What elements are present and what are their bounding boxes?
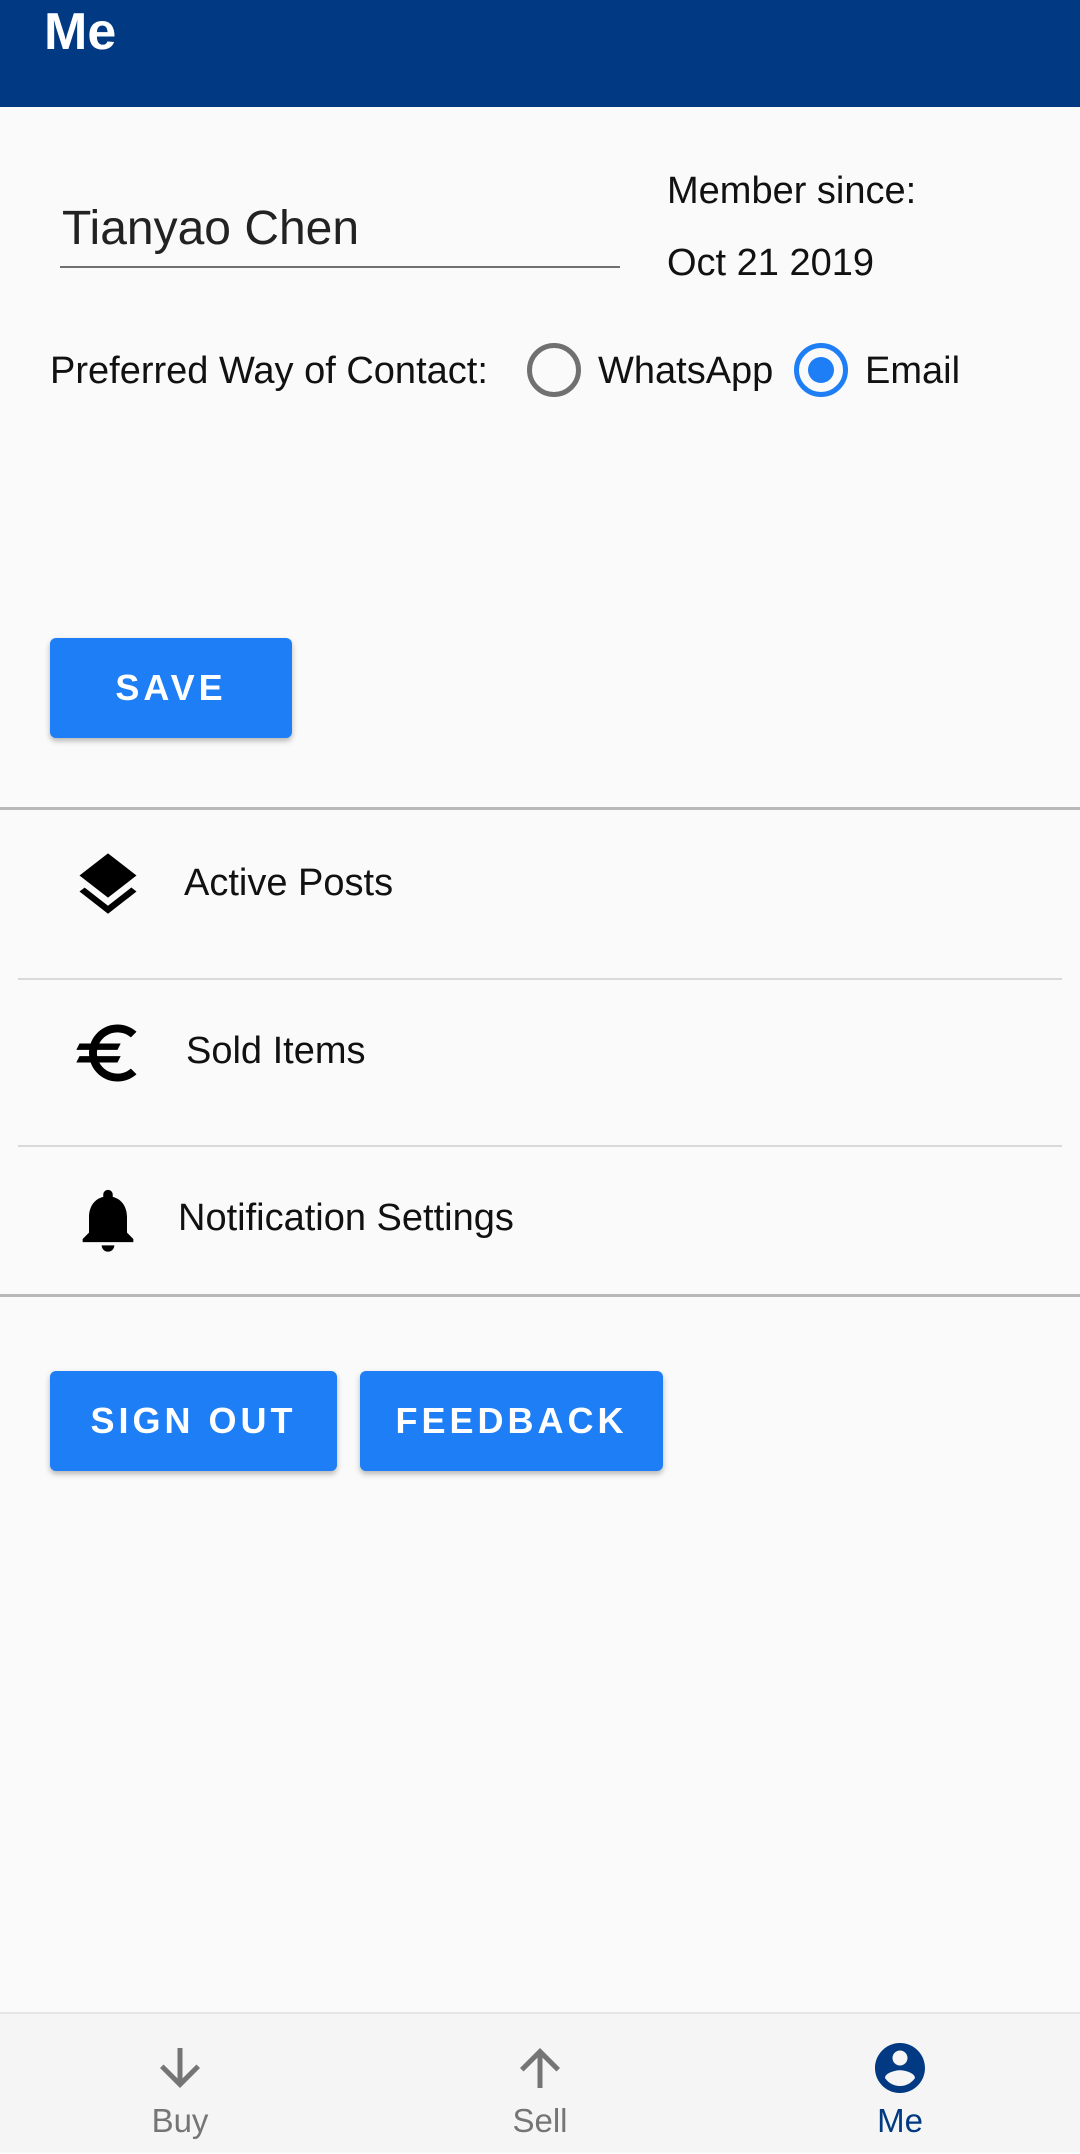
euro-icon: [76, 1024, 137, 1082]
app-bar: Me: [0, 0, 1080, 107]
menu-item-notification-settings[interactable]: Notification Settings: [0, 1145, 1080, 1295]
name-input[interactable]: [60, 190, 620, 268]
whatsapp-radio[interactable]: [527, 343, 581, 397]
nav-label: Sell: [512, 2102, 568, 2139]
menu-item-sold-items[interactable]: Sold Items: [0, 978, 1080, 1128]
email-radio[interactable]: [794, 343, 848, 397]
member-since-label: Member since:: [667, 170, 917, 212]
layers-icon: [79, 853, 137, 914]
arrow-up-icon: [520, 2048, 560, 2088]
nav-label: Me: [877, 2102, 923, 2139]
email-radio-label[interactable]: Email: [865, 350, 960, 393]
menu-item-label: Active Posts: [184, 862, 394, 904]
arrow-down-icon: [160, 2048, 200, 2088]
menu-item-label: Sold Items: [186, 1030, 366, 1072]
whatsapp-radio-label[interactable]: WhatsApp: [598, 350, 773, 393]
menu-item-label: Notification Settings: [178, 1197, 514, 1239]
feedback-button[interactable]: FEEDBACK: [360, 1371, 663, 1471]
contact-preference-label: Preferred Way of Contact:: [50, 350, 488, 392]
nav-item-me[interactable]: Me: [720, 2014, 1080, 2154]
divider: [0, 1294, 1080, 1297]
bell-icon: [82, 1189, 134, 1252]
nav-item-buy[interactable]: Buy: [0, 2014, 360, 2154]
nav-label: Buy: [151, 2102, 209, 2139]
save-button[interactable]: SAVE: [50, 638, 292, 738]
bottom-navigation: Buy Sell Me: [0, 2012, 1080, 2152]
nav-item-sell[interactable]: Sell: [360, 2014, 720, 2154]
account-icon: [875, 2043, 925, 2093]
page-title: Me: [44, 3, 117, 61]
member-since-date: Oct 21 2019: [667, 242, 875, 284]
menu-item-active-posts[interactable]: Active Posts: [0, 810, 1080, 960]
sign-out-button[interactable]: SIGN OUT: [50, 1371, 337, 1471]
